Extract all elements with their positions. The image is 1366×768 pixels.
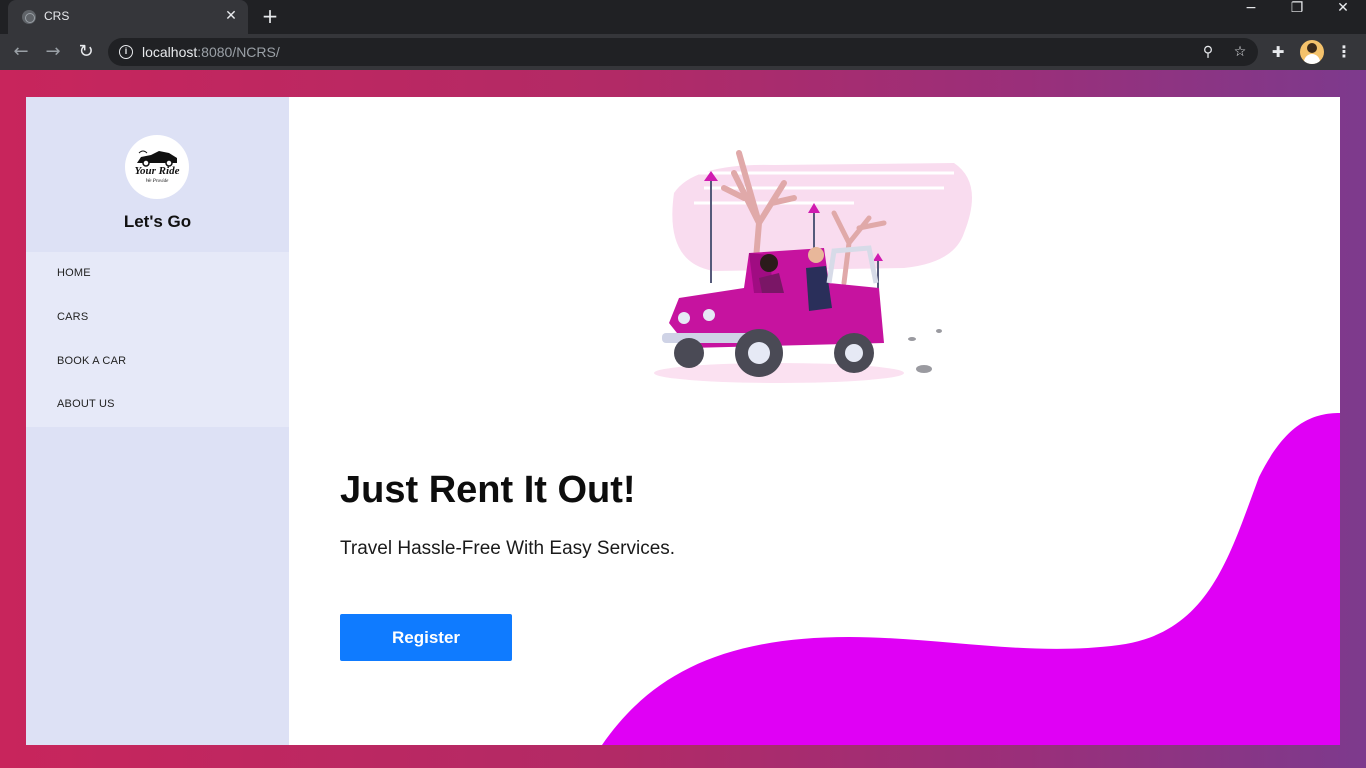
sidebar-nav: HOME CARS BOOK A CAR ABOUT US: [26, 252, 289, 427]
back-arrow-icon[interactable]: ←: [8, 39, 34, 65]
info-icon[interactable]: i: [119, 45, 133, 59]
tab-title: CRS: [44, 9, 70, 23]
browser-tab[interactable]: CRS ✕: [8, 0, 248, 34]
logo-text: Your Ride: [134, 165, 180, 177]
sidebar: Your Ride We Provide Let's Go HOME CARS …: [26, 97, 289, 745]
register-button[interactable]: Register: [340, 614, 512, 661]
brand-block: Your Ride We Provide Let's Go: [26, 97, 289, 252]
browser-menu-icon[interactable]: ⋮: [1334, 40, 1354, 64]
extensions-puzzle-icon[interactable]: ✚: [1268, 42, 1288, 62]
jeep-illustration: [654, 150, 972, 383]
close-tab-icon[interactable]: ✕: [222, 7, 240, 25]
tab-strip: CRS ✕ + − ❐ ✕: [0, 0, 1366, 34]
close-window-icon[interactable]: ✕: [1320, 0, 1366, 30]
forward-arrow-icon[interactable]: →: [40, 39, 66, 65]
minimize-icon[interactable]: −: [1228, 0, 1274, 30]
url-text: localhost:8080/NCRS/: [142, 44, 280, 60]
logo-subtext: We Provide: [145, 179, 169, 184]
address-bar[interactable]: i localhost:8080/NCRS/ ⚲ ☆: [108, 38, 1258, 66]
restore-icon[interactable]: ❐: [1274, 0, 1320, 30]
bookmark-star-icon[interactable]: ☆: [1230, 42, 1250, 62]
hero-section: Just Rent It Out! Travel Hassle-Free Wit…: [289, 97, 1340, 745]
globe-icon: [22, 10, 36, 24]
zoom-icon[interactable]: ⚲: [1198, 42, 1218, 62]
logo[interactable]: Your Ride We Provide: [125, 135, 189, 199]
main-card: Your Ride We Provide Let's Go HOME CARS …: [26, 97, 1340, 745]
hero-headline: Just Rent It Out!: [340, 469, 636, 511]
hero-subline: Travel Hassle-Free With Easy Services.: [340, 538, 676, 559]
profile-avatar[interactable]: [1300, 40, 1324, 64]
browser-toolbar: ← → ↻ i localhost:8080/NCRS/ ⚲ ☆ ✚ ⋮: [0, 34, 1366, 70]
reload-icon[interactable]: ↻: [73, 39, 99, 65]
nav-item-about-us[interactable]: ABOUT US: [57, 398, 115, 410]
nav-item-cars[interactable]: CARS: [57, 311, 88, 323]
nav-item-home[interactable]: HOME: [57, 267, 91, 279]
page-viewport: Your Ride We Provide Let's Go HOME CARS …: [0, 70, 1366, 768]
new-tab-button[interactable]: +: [258, 5, 282, 29]
nav-item-book-a-car[interactable]: BOOK A CAR: [57, 355, 126, 367]
brand-title: Let's Go: [123, 212, 192, 231]
